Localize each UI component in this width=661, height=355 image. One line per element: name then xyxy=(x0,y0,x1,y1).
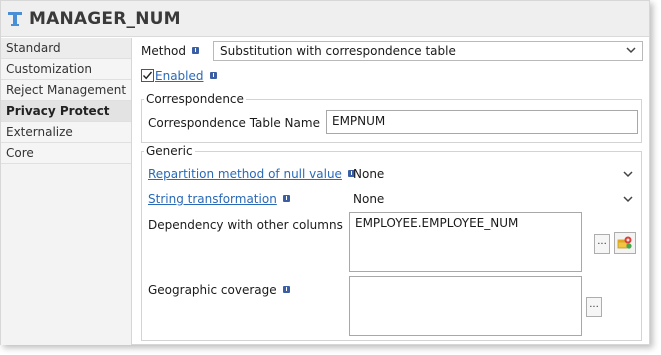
sidebar-item-customization[interactable]: Customization xyxy=(1,59,131,80)
correspondence-table-name-value: EMPNUM xyxy=(332,114,386,128)
chevron-down-icon[interactable] xyxy=(622,193,634,205)
enabled-label: Enabled xyxy=(155,69,217,83)
info-icon xyxy=(192,47,200,54)
panel-title: MANAGER_NUM xyxy=(29,8,181,29)
checkmark-icon xyxy=(142,71,153,80)
geo-coverage-label: Geographic coverage xyxy=(148,283,290,297)
geo-coverage-browse-button[interactable]: ... xyxy=(586,297,602,317)
enabled-link[interactable]: Enabled xyxy=(155,69,204,83)
info-icon xyxy=(282,286,290,293)
correspondence-group-title: Correspondence xyxy=(144,92,246,106)
dependency-browse-button[interactable]: ... xyxy=(594,234,610,254)
correspondence-table-name-input[interactable]: EMPNUM xyxy=(326,110,638,134)
string-transform-select[interactable]: None xyxy=(353,192,384,206)
correspondence-table-name-label: Correspondence Table Name xyxy=(148,116,333,130)
panel-header: MANAGER_NUM xyxy=(1,1,649,37)
string-transform-label: String transformation xyxy=(148,192,290,206)
dependency-textarea[interactable]: EMPLOYEE.EMPLOYEE_NUM xyxy=(349,212,582,272)
geo-coverage-textarea[interactable] xyxy=(349,276,582,336)
enabled-checkbox[interactable] xyxy=(141,69,154,82)
sidebar-item-reject-management[interactable]: Reject Management xyxy=(1,80,131,101)
chevron-down-icon xyxy=(626,47,636,54)
method-label: Method xyxy=(141,44,200,58)
dependency-add-button[interactable] xyxy=(614,232,636,254)
method-select-value: Substitution with correspondence table xyxy=(220,44,456,58)
dependency-value: EMPLOYEE.EMPLOYEE_NUM xyxy=(355,216,519,230)
null-method-link[interactable]: Repartition method of null value xyxy=(148,167,342,181)
main-content: Method Substitution with correspondence … xyxy=(132,38,650,345)
null-method-label: Repartition method of null value xyxy=(148,167,355,181)
string-transform-link[interactable]: String transformation xyxy=(148,192,277,206)
sidebar-item-core[interactable]: Core xyxy=(1,143,131,164)
chevron-down-icon[interactable] xyxy=(622,168,634,180)
null-method-select[interactable]: None xyxy=(353,167,384,181)
info-icon xyxy=(282,195,290,202)
sidebar-item-externalize[interactable]: Externalize xyxy=(1,122,131,143)
info-icon xyxy=(209,72,217,79)
add-table-icon xyxy=(617,236,632,249)
generic-group-title: Generic xyxy=(144,144,195,158)
properties-panel: MANAGER_NUM Standard Customization Rejec… xyxy=(0,0,650,345)
sidebar-item-standard[interactable]: Standard xyxy=(1,38,131,59)
method-select[interactable]: Substitution with correspondence table xyxy=(213,41,643,61)
column-icon xyxy=(8,11,22,26)
dependency-label: Dependency with other columns xyxy=(148,218,356,232)
sidebar-item-privacy-protect[interactable]: Privacy Protect xyxy=(1,101,131,122)
sidebar: Standard Customization Reject Management… xyxy=(1,38,132,345)
